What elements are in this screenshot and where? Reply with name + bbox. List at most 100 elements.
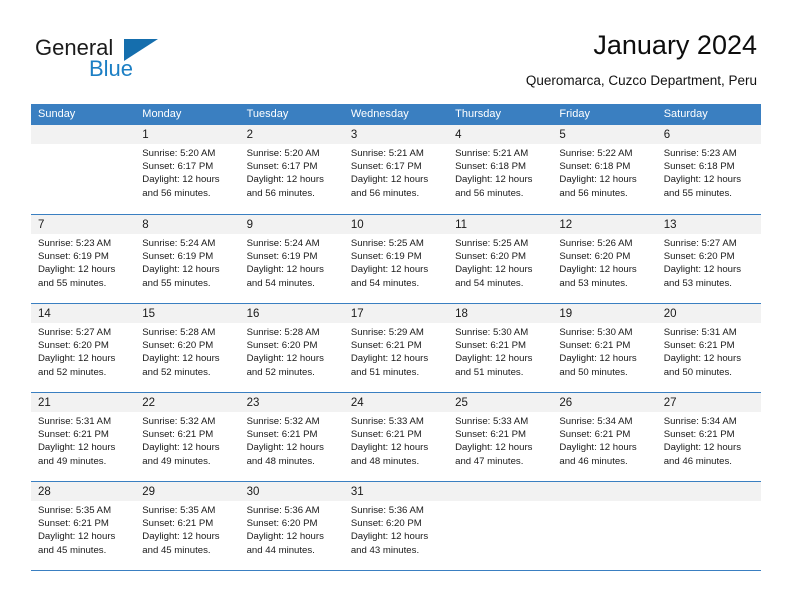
calendar-day-cell[interactable]: 1 Sunrise: 5:20 AM Sunset: 6:17 PM Daylight…: [135, 125, 240, 214]
day-daylight-line1-text: Daylight: 12 hours: [350, 174, 429, 186]
day-sunrise-text: Sunrise: 5:24 AM: [142, 238, 216, 249]
day-sunset-text: Sunset: 6:20 PM: [142, 340, 214, 352]
day-number: 8: [142, 219, 149, 231]
calendar-day-cell[interactable]: 8 Sunrise: 5:24 AM Sunset: 6:19 PM Daylight…: [135, 215, 240, 303]
day-daylight-line2-text: and 56 minutes.: [559, 187, 628, 199]
calendar-day-cell[interactable]: 24 Sunrise: 5:33 AM Sunset: 6:21 PM Dayligh…: [343, 393, 449, 481]
calendar-day-cell[interactable]: 6 Sunrise: 5:23 AM Sunset: 6:18 PM Daylight…: [656, 125, 761, 214]
calendar-day-cell[interactable]: 3 Sunrise: 5:21 AM Sunset: 6:17 PM Daylight…: [343, 125, 449, 214]
day-daylight-line2-text: and 55 minutes.: [38, 277, 107, 289]
day-number: 9: [246, 219, 253, 231]
day-number-band: 3: [343, 125, 449, 144]
calendar-day-cell[interactable]: 17 Sunrise: 5:29 AM Sunset: 6:21 PM Dayligh…: [343, 304, 449, 392]
day-number-band: 19: [552, 304, 657, 323]
day-number-band: 16: [239, 304, 344, 323]
calendar-day-cell[interactable]: 29 Sunrise: 5:35 AM Sunset: 6:21 PM Dayligh…: [135, 482, 240, 570]
day-sun-info: Sunrise: 5:32 AM Sunset: 6:21 PM Daylight:…: [135, 412, 239, 468]
calendar-day-cell[interactable]: 26 Sunrise: 5:34 AM Sunset: 6:21 PM Dayligh…: [552, 393, 657, 481]
calendar-day-cell[interactable]: 9 Sunrise: 5:24 AM Sunset: 6:19 PM Daylight…: [239, 215, 344, 303]
day-daylight-line2-text: and 55 minutes.: [663, 187, 732, 199]
day-number-band: 13: [656, 215, 761, 234]
day-sun-info: Sunrise: 5:26 AM Sunset: 6:20 PM Daylight:…: [552, 234, 656, 290]
day-number-band: [656, 482, 761, 501]
day-daylight-line1-text: Daylight: 12 hours: [350, 264, 429, 276]
day-number: 7: [38, 219, 45, 231]
day-number-band: 17: [343, 304, 449, 323]
day-sunrise-text: Sunrise: 5:34 AM: [663, 416, 737, 427]
calendar-day-cell[interactable]: 30 Sunrise: 5:36 AM Sunset: 6:20 PM Dayligh…: [239, 482, 344, 570]
day-sun-info: Sunrise: 5:30 AM Sunset: 6:21 PM Daylight:…: [448, 323, 552, 379]
day-sun-info: Sunrise: 5:34 AM Sunset: 6:21 PM Daylight:…: [552, 412, 656, 468]
day-sun-info: Sunrise: 5:22 AM Sunset: 6:18 PM Daylight:…: [552, 144, 656, 200]
day-daylight-line1-text: Daylight: 12 hours: [663, 174, 742, 186]
calendar-day-cell[interactable]: 16 Sunrise: 5:28 AM Sunset: 6:20 PM Dayligh…: [239, 304, 344, 392]
day-sunset-text: Sunset: 6:21 PM: [455, 340, 527, 352]
calendar-day-cell[interactable]: 18 Sunrise: 5:30 AM Sunset: 6:21 PM Dayligh…: [448, 304, 553, 392]
day-daylight-line2-text: and 45 minutes.: [142, 544, 211, 556]
page-header: General Blue January 2024 Queromarca, Cu…: [35, 28, 757, 98]
weekday-header-monday: Monday: [142, 108, 182, 120]
day-daylight-line2-text: and 54 minutes.: [350, 277, 420, 289]
day-sun-info: Sunrise: 5:23 AM Sunset: 6:19 PM Daylight:…: [31, 234, 135, 290]
day-number-band: 12: [552, 215, 657, 234]
day-sunrise-text: Sunrise: 5:34 AM: [559, 416, 633, 427]
day-number-band: 11: [448, 215, 553, 234]
day-daylight-line2-text: and 44 minutes.: [246, 544, 315, 556]
day-number: 27: [663, 397, 677, 409]
day-number-band: 21: [31, 393, 136, 412]
day-daylight-line1-text: Daylight: 12 hours: [38, 353, 116, 365]
day-number: 16: [246, 308, 260, 320]
day-daylight-line1-text: Daylight: 12 hours: [142, 531, 220, 543]
calendar-day-cell[interactable]: 12 Sunrise: 5:26 AM Sunset: 6:20 PM Dayligh…: [552, 215, 657, 303]
calendar-day-cell-empty: [448, 482, 553, 570]
calendar-day-cell[interactable]: 4 Sunrise: 5:21 AM Sunset: 6:18 PM Daylight…: [448, 125, 553, 214]
day-sunrise-text: Sunrise: 5:28 AM: [246, 327, 320, 338]
calendar-day-cell[interactable]: 23 Sunrise: 5:32 AM Sunset: 6:21 PM Dayligh…: [239, 393, 344, 481]
day-number: 25: [455, 397, 468, 409]
day-number-band: 31: [343, 482, 449, 501]
calendar-day-cell[interactable]: 2 Sunrise: 5:20 AM Sunset: 6:17 PM Daylight…: [239, 125, 344, 214]
day-number: 26: [559, 397, 573, 409]
day-sunrise-text: Sunrise: 5:36 AM: [350, 505, 424, 516]
day-daylight-line1-text: Daylight: 12 hours: [246, 353, 324, 365]
day-sun-info: Sunrise: 5:24 AM Sunset: 6:19 PM Daylight:…: [135, 234, 239, 290]
day-sun-info: Sunrise: 5:33 AM Sunset: 6:21 PM Daylight:…: [448, 412, 552, 468]
calendar-day-cell[interactable]: 25 Sunrise: 5:33 AM Sunset: 6:21 PM Dayligh…: [448, 393, 553, 481]
calendar-day-cell[interactable]: 20 Sunrise: 5:31 AM Sunset: 6:21 PM Dayligh…: [656, 304, 761, 392]
day-daylight-line2-text: and 46 minutes.: [559, 455, 628, 467]
general-blue-logo[interactable]: General Blue: [35, 35, 235, 95]
day-sunrise-text: Sunrise: 5:25 AM: [350, 238, 424, 249]
day-daylight-line2-text: and 55 minutes.: [142, 277, 211, 289]
calendar-day-cell[interactable]: 19 Sunrise: 5:30 AM Sunset: 6:21 PM Dayligh…: [552, 304, 657, 392]
calendar-day-cell[interactable]: 31 Sunrise: 5:36 AM Sunset: 6:20 PM Dayligh…: [343, 482, 449, 570]
day-daylight-line2-text: and 51 minutes.: [350, 366, 420, 378]
day-sunrise-text: Sunrise: 5:33 AM: [350, 416, 424, 427]
day-sunrise-text: Sunrise: 5:26 AM: [559, 238, 633, 249]
calendar-day-cell[interactable]: 10 Sunrise: 5:25 AM Sunset: 6:19 PM Dayligh…: [343, 215, 449, 303]
calendar-day-cell[interactable]: 7 Sunrise: 5:23 AM Sunset: 6:19 PM Daylight…: [31, 215, 136, 303]
calendar-day-cell[interactable]: 5 Sunrise: 5:22 AM Sunset: 6:18 PM Daylight…: [552, 125, 657, 214]
calendar-day-cell[interactable]: 22 Sunrise: 5:32 AM Sunset: 6:21 PM Dayligh…: [135, 393, 240, 481]
calendar-day-cell[interactable]: 28 Sunrise: 5:35 AM Sunset: 6:21 PM Dayligh…: [31, 482, 136, 570]
calendar-day-cell[interactable]: 13 Sunrise: 5:27 AM Sunset: 6:20 PM Dayligh…: [656, 215, 761, 303]
calendar-day-cell[interactable]: 21 Sunrise: 5:31 AM Sunset: 6:21 PM Dayligh…: [31, 393, 136, 481]
day-sunset-text: Sunset: 6:19 PM: [350, 251, 422, 263]
day-sunset-text: Sunset: 6:17 PM: [142, 161, 214, 173]
day-sun-info: Sunrise: 5:24 AM Sunset: 6:19 PM Daylight:…: [240, 234, 344, 290]
day-sunset-text: Sunset: 6:20 PM: [246, 518, 318, 530]
day-sunrise-text: Sunrise: 5:29 AM: [350, 327, 424, 338]
day-sunset-text: Sunset: 6:21 PM: [455, 429, 527, 441]
day-daylight-line2-text: and 56 minutes.: [350, 187, 420, 199]
weekday-header-row: Sunday Monday Tuesday Wednesday Thursday Frid…: [31, 104, 761, 125]
day-number-band: 22: [135, 393, 240, 412]
day-number-band: 5: [552, 125, 657, 144]
day-sunrise-text: Sunrise: 5:30 AM: [559, 327, 633, 338]
calendar-day-cell[interactable]: 15 Sunrise: 5:28 AM Sunset: 6:20 PM Dayligh…: [135, 304, 240, 392]
calendar-day-cell[interactable]: 27 Sunrise: 5:34 AM Sunset: 6:21 PM Dayligh…: [656, 393, 761, 481]
weekday-header-tuesday: Tuesday: [246, 108, 289, 120]
day-daylight-line2-text: and 52 minutes.: [142, 366, 211, 378]
day-daylight-line1-text: Daylight: 12 hours: [38, 531, 116, 543]
calendar-day-cell[interactable]: 14 Sunrise: 5:27 AM Sunset: 6:20 PM Dayligh…: [31, 304, 136, 392]
day-number: 23: [246, 397, 260, 409]
calendar-day-cell[interactable]: 11 Sunrise: 5:25 AM Sunset: 6:20 PM Dayligh…: [448, 215, 553, 303]
